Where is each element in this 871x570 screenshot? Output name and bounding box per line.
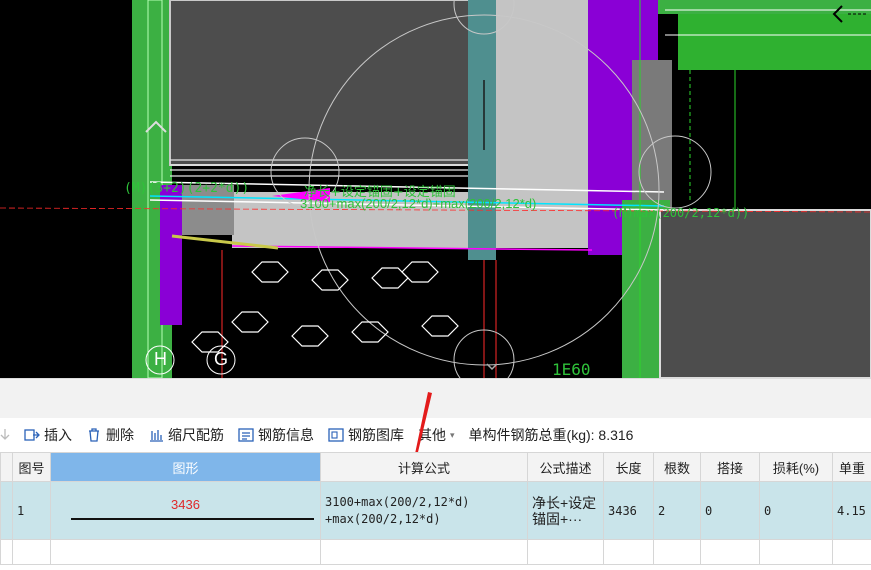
cell-loss[interactable]: 0 bbox=[759, 481, 833, 540]
panel-splitter[interactable] bbox=[0, 378, 871, 419]
insert-icon bbox=[24, 427, 40, 443]
shape-length-value: 3436 bbox=[171, 497, 200, 512]
row-indicator bbox=[0, 481, 13, 540]
chevron-down-icon: ▾ bbox=[450, 429, 455, 440]
scale-rebar-button[interactable]: 缩尺配筋 bbox=[148, 425, 224, 445]
header-unit-weight[interactable]: 单重 bbox=[832, 452, 871, 482]
info-list-icon bbox=[238, 427, 254, 443]
axis-label-g: G bbox=[214, 349, 229, 369]
header-loss[interactable]: 损耗(%) bbox=[759, 452, 833, 482]
rebar-table: 图号 图形 计算公式 公式描述 长度 根数 搭接 损耗(%) 单重 1 3436… bbox=[0, 452, 871, 565]
rebar-info-label: 钢筋信息 bbox=[258, 427, 314, 443]
library-icon bbox=[328, 427, 344, 443]
cell-count[interactable]: 2 bbox=[653, 481, 701, 540]
rebar-library-label: 钢筋图库 bbox=[348, 427, 404, 443]
right-rebar-label: (M)max(200/2,12*d)) bbox=[612, 206, 750, 220]
cell-figure-no[interactable]: 1 bbox=[12, 481, 51, 540]
cad-viewport[interactable]: (M)(3+2)(2+2*d)) 净长+设定锚固+设定锚固 3100+max(2… bbox=[0, 0, 871, 378]
other-dropdown[interactable]: 其他 ▾ bbox=[418, 425, 455, 445]
rebar-library-button[interactable]: 钢筋图库 bbox=[328, 425, 404, 445]
left-rebar-label: (M)(3+2)(2+2*d)) bbox=[124, 181, 250, 196]
table-header-row: 图号 图形 计算公式 公式描述 长度 根数 搭接 损耗(%) 单重 bbox=[0, 452, 871, 482]
cell-description[interactable]: 净长+设定 锚固+··· bbox=[527, 481, 604, 540]
description-line-1: 净长+设定 bbox=[532, 494, 597, 511]
cell-length[interactable]: 3436 bbox=[603, 481, 654, 540]
header-lap[interactable]: 搭接 bbox=[700, 452, 760, 482]
other-label: 其他 bbox=[418, 427, 446, 443]
scale-rebar-label: 缩尺配筋 bbox=[168, 427, 224, 443]
table-row-empty[interactable] bbox=[0, 539, 871, 565]
cell-lap[interactable]: 0 bbox=[700, 481, 760, 540]
insert-label: 插入 bbox=[44, 427, 72, 443]
row-indicator-header bbox=[0, 452, 13, 482]
header-description[interactable]: 公式描述 bbox=[527, 452, 604, 482]
delete-button[interactable]: 删除 bbox=[86, 425, 134, 445]
header-count[interactable]: 根数 bbox=[653, 452, 701, 482]
hex-pattern bbox=[191, 261, 459, 353]
header-figure-no[interactable]: 图号 bbox=[12, 452, 51, 482]
rebar-info-button[interactable]: 钢筋信息 bbox=[238, 425, 314, 445]
rebar-toolbar: 插入 删除 缩尺配筋 钢筋信息 钢筋图库 其他 ▾ 单构件钢筋总重(kg): 8… bbox=[0, 418, 871, 452]
formula-line-2: +max(200/2,12*d) bbox=[325, 511, 441, 526]
partial-icon bbox=[0, 427, 10, 443]
formula-line-1: 3100+max(200/2,12*d) bbox=[325, 494, 470, 509]
delete-label: 删除 bbox=[106, 427, 134, 443]
gray-block-right bbox=[659, 209, 871, 378]
description-line-2: 锚固+··· bbox=[532, 510, 583, 527]
gray-block-top-left bbox=[169, 0, 476, 166]
total-weight-text: 单构件钢筋总重(kg): 8.316 bbox=[468, 427, 634, 443]
axis-label-h: H bbox=[154, 349, 167, 369]
table-row[interactable]: 1 3436 3100+max(200/2,12*d) +max(200/2,1… bbox=[0, 481, 871, 540]
formula-expression-label: 3100+max(200/2,12*d)+max(200/2,12*d) bbox=[300, 196, 537, 211]
cell-shape[interactable]: 3436 bbox=[50, 481, 321, 540]
insert-button[interactable]: 插入 bbox=[24, 425, 72, 445]
trash-icon bbox=[86, 427, 102, 443]
header-length[interactable]: 长度 bbox=[603, 452, 654, 482]
header-shape[interactable]: 图形 bbox=[50, 452, 321, 482]
bottom-dimension-text: 1E60 bbox=[552, 360, 591, 378]
header-formula[interactable]: 计算公式 bbox=[320, 452, 528, 482]
shape-rebar-line bbox=[71, 518, 314, 520]
purple-block-left bbox=[160, 185, 182, 325]
cell-formula[interactable]: 3100+max(200/2,12*d) +max(200/2,12*d) bbox=[320, 481, 528, 540]
teal-column bbox=[468, 0, 496, 260]
bar-chart-icon bbox=[148, 427, 164, 443]
cell-unit-weight[interactable]: 4.15 bbox=[832, 481, 871, 540]
